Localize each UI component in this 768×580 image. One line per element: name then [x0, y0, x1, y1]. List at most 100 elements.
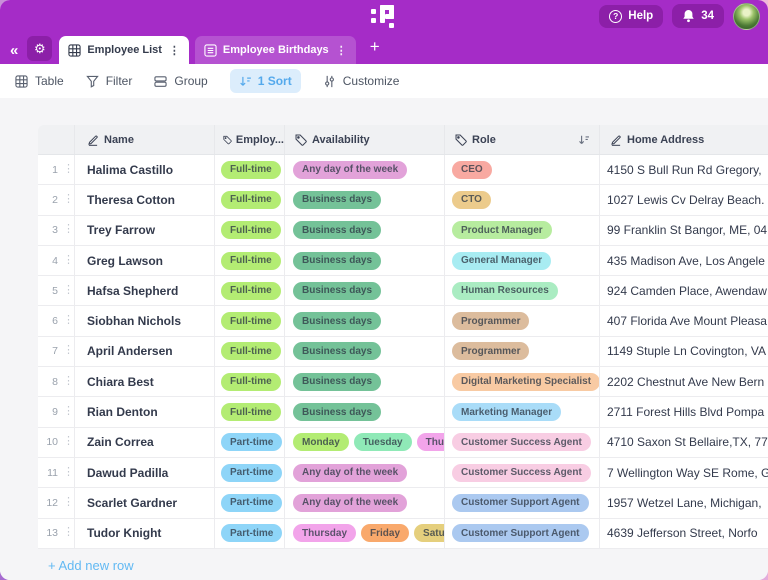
drag-handle-icon[interactable]: ⋮ — [63, 195, 74, 205]
employment-cell[interactable]: Full-time — [215, 216, 285, 245]
role-cell[interactable]: Marketing Manager — [445, 397, 600, 426]
drag-handle-icon[interactable]: ⋮ — [63, 165, 74, 175]
sorted-column-icon[interactable] — [578, 134, 590, 146]
view-table-button[interactable]: Table — [15, 74, 64, 88]
board-settings-button[interactable]: ⚙ — [27, 36, 52, 61]
availability-cell[interactable]: Business days — [285, 216, 445, 245]
availability-cell[interactable]: MondayTuesdayThursday — [285, 428, 445, 457]
tab-menu-icon[interactable]: ⋮ — [169, 44, 180, 57]
add-new-row-button[interactable]: + Add new row — [48, 558, 134, 573]
drag-handle-icon[interactable]: ⋮ — [63, 407, 74, 417]
drag-handle-icon[interactable]: ⋮ — [63, 286, 74, 296]
name-cell[interactable]: Halima Castillo — [75, 155, 215, 184]
drag-handle-icon[interactable]: ⋮ — [63, 377, 74, 387]
drag-handle-icon[interactable]: ⋮ — [63, 528, 74, 538]
drag-handle-icon[interactable]: ⋮ — [63, 225, 74, 235]
add-tab-button[interactable]: + — [362, 37, 388, 57]
role-cell[interactable]: Customer Support Agent — [445, 519, 600, 548]
employment-cell[interactable]: Part-time — [215, 488, 285, 517]
header-role[interactable]: Role — [445, 125, 600, 154]
role-cell[interactable]: Human Resources — [445, 276, 600, 305]
role-cell[interactable]: CEO — [445, 155, 600, 184]
role-cell[interactable]: Customer Success Agent — [445, 458, 600, 487]
role-cell[interactable]: Customer Success Agent — [445, 428, 600, 457]
name-cell[interactable]: Dawud Padilla — [75, 458, 215, 487]
employment-cell[interactable]: Part-time — [215, 519, 285, 548]
header-home-address[interactable]: Home Address — [600, 125, 768, 154]
availability-cell[interactable]: Any day of the week — [285, 458, 445, 487]
tab-employee-list[interactable]: Employee List ⋮ — [59, 36, 189, 64]
address-cell[interactable]: 7 Wellington Way SE Rome, G — [600, 458, 768, 487]
name-cell[interactable]: Theresa Cotton — [75, 185, 215, 214]
availability-cell[interactable]: Any day of the week — [285, 155, 445, 184]
employment-cell[interactable]: Full-time — [215, 367, 285, 396]
row-handle-cell[interactable]: 6 ⋮ — [38, 306, 75, 335]
sort-button[interactable]: 1 Sort — [230, 69, 301, 93]
customize-button[interactable]: Customize — [323, 74, 400, 88]
availability-cell[interactable]: Business days — [285, 306, 445, 335]
role-cell[interactable]: CTO — [445, 185, 600, 214]
availability-cell[interactable]: Business days — [285, 397, 445, 426]
address-cell[interactable]: 1957 Wetzel Lane, Michigan, — [600, 488, 768, 517]
header-employment[interactable]: Employ... — [215, 125, 285, 154]
row-handle-cell[interactable]: 10 ⋮ — [38, 428, 75, 457]
drag-handle-icon[interactable]: ⋮ — [63, 256, 74, 266]
help-button[interactable]: ? Help — [599, 5, 663, 28]
tab-menu-icon[interactable]: ⋮ — [336, 44, 347, 57]
user-avatar[interactable] — [733, 3, 760, 30]
address-cell[interactable]: 2711 Forest Hills Blvd Pompa — [600, 397, 768, 426]
availability-cell[interactable]: Any day of the week — [285, 488, 445, 517]
name-cell[interactable]: Tudor Knight — [75, 519, 215, 548]
name-cell[interactable]: Rian Denton — [75, 397, 215, 426]
availability-cell[interactable]: Business days — [285, 185, 445, 214]
notifications-button[interactable]: 34 — [672, 4, 724, 28]
name-cell[interactable]: Scarlet Gardner — [75, 488, 215, 517]
address-cell[interactable]: 924 Camden Place, Awendaw — [600, 276, 768, 305]
name-cell[interactable]: Chiara Best — [75, 367, 215, 396]
row-handle-cell[interactable]: 7 ⋮ — [38, 337, 75, 366]
role-cell[interactable]: Programmer — [445, 306, 600, 335]
address-cell[interactable]: 2202 Chestnut Ave New Bern — [600, 367, 768, 396]
row-handle-cell[interactable]: 1 ⋮ — [38, 155, 75, 184]
role-cell[interactable]: Product Manager — [445, 216, 600, 245]
app-logo[interactable] — [371, 5, 398, 28]
filter-button[interactable]: Filter — [86, 74, 133, 88]
row-handle-cell[interactable]: 4 ⋮ — [38, 246, 75, 275]
employment-cell[interactable]: Full-time — [215, 306, 285, 335]
row-handle-cell[interactable]: 13 ⋮ — [38, 519, 75, 548]
role-cell[interactable]: Customer Support Agent — [445, 488, 600, 517]
address-cell[interactable]: 99 Franklin St Bangor, ME, 04 — [600, 216, 768, 245]
employment-cell[interactable]: Full-time — [215, 397, 285, 426]
availability-cell[interactable]: Business days — [285, 367, 445, 396]
row-handle-cell[interactable]: 5 ⋮ — [38, 276, 75, 305]
address-cell[interactable]: 435 Madison Ave, Los Angele — [600, 246, 768, 275]
employment-cell[interactable]: Part-time — [215, 458, 285, 487]
role-cell[interactable]: Digital Marketing Specialist — [445, 367, 600, 396]
employment-cell[interactable]: Full-time — [215, 155, 285, 184]
employment-cell[interactable]: Full-time — [215, 276, 285, 305]
address-cell[interactable]: 1027 Lewis Cv Delray Beach. — [600, 185, 768, 214]
drag-handle-icon[interactable]: ⋮ — [63, 437, 74, 447]
name-cell[interactable]: April Andersen — [75, 337, 215, 366]
header-name[interactable]: Name — [75, 125, 215, 154]
row-handle-cell[interactable]: 11 ⋮ — [38, 458, 75, 487]
address-cell[interactable]: 4150 S Bull Run Rd Gregory, — [600, 155, 768, 184]
group-button[interactable]: Group — [154, 74, 207, 88]
role-cell[interactable]: General Manager — [445, 246, 600, 275]
row-handle-cell[interactable]: 9 ⋮ — [38, 397, 75, 426]
collapse-sidebar-icon[interactable]: « — [10, 43, 18, 58]
name-cell[interactable]: Zain Correa — [75, 428, 215, 457]
name-cell[interactable]: Trey Farrow — [75, 216, 215, 245]
name-cell[interactable]: Greg Lawson — [75, 246, 215, 275]
employment-cell[interactable]: Full-time — [215, 337, 285, 366]
header-availability[interactable]: Availability — [285, 125, 445, 154]
drag-handle-icon[interactable]: ⋮ — [63, 468, 74, 478]
role-cell[interactable]: Programmer — [445, 337, 600, 366]
tab-employee-birthdays[interactable]: Employee Birthdays ⋮ — [195, 36, 356, 64]
availability-cell[interactable]: Business days — [285, 246, 445, 275]
drag-handle-icon[interactable]: ⋮ — [63, 346, 74, 356]
employment-cell[interactable]: Part-time — [215, 428, 285, 457]
address-cell[interactable]: 4710 Saxon St Bellaire,TX, 77 — [600, 428, 768, 457]
address-cell[interactable]: 4639 Jefferson Street, Norfo — [600, 519, 768, 548]
address-cell[interactable]: 407 Florida Ave Mount Pleasa — [600, 306, 768, 335]
